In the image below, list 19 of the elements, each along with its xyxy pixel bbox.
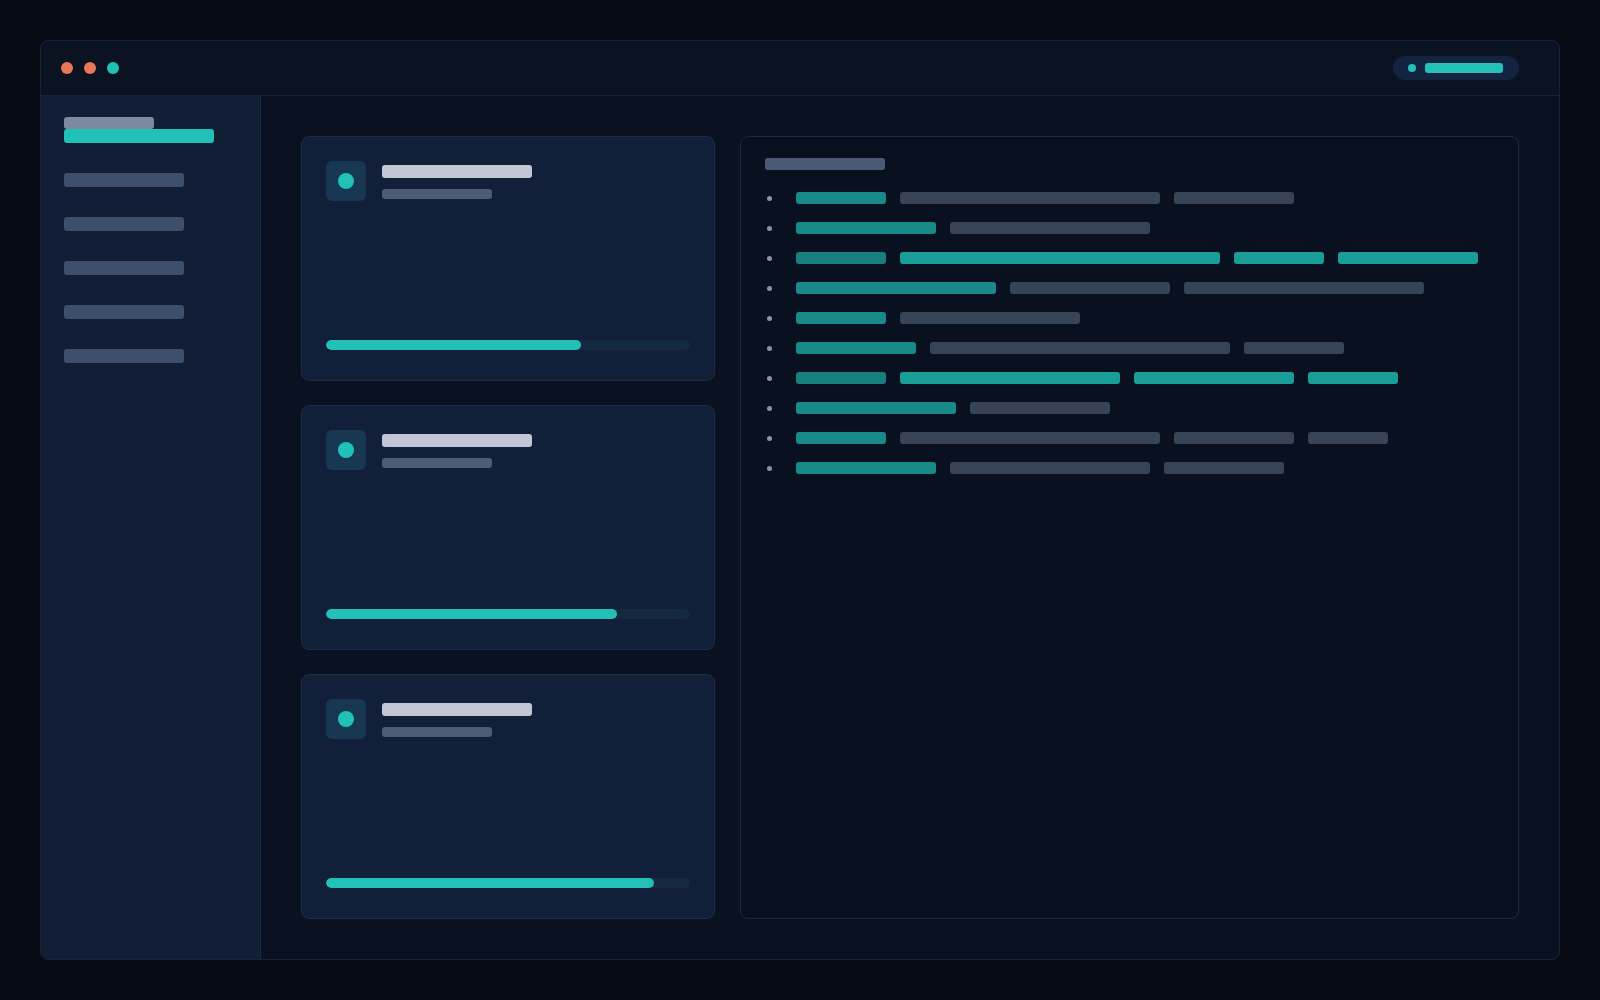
bullet-icon [767,195,772,201]
nav-item-placeholder[interactable] [64,173,184,187]
bullet-icon [767,345,772,351]
bullet-icon [767,285,772,291]
nav-item-placeholder[interactable] [64,129,214,143]
window-control-icon[interactable] [107,62,119,74]
nav-item-placeholder[interactable] [64,261,184,275]
bullet-icon [767,255,772,261]
bullet-icon [767,225,772,231]
nav-item-placeholder[interactable] [64,349,184,363]
window-control-icon[interactable] [84,62,96,74]
bullet-icon [767,375,772,381]
bullet-icon [767,315,772,321]
nav-item-placeholder[interactable] [64,305,184,319]
nav-item-placeholder[interactable] [64,217,184,231]
window-control-icon[interactable] [61,62,73,74]
bullet-icon [767,465,772,471]
bullet-icon [767,405,772,411]
bullet-icon [767,435,772,441]
